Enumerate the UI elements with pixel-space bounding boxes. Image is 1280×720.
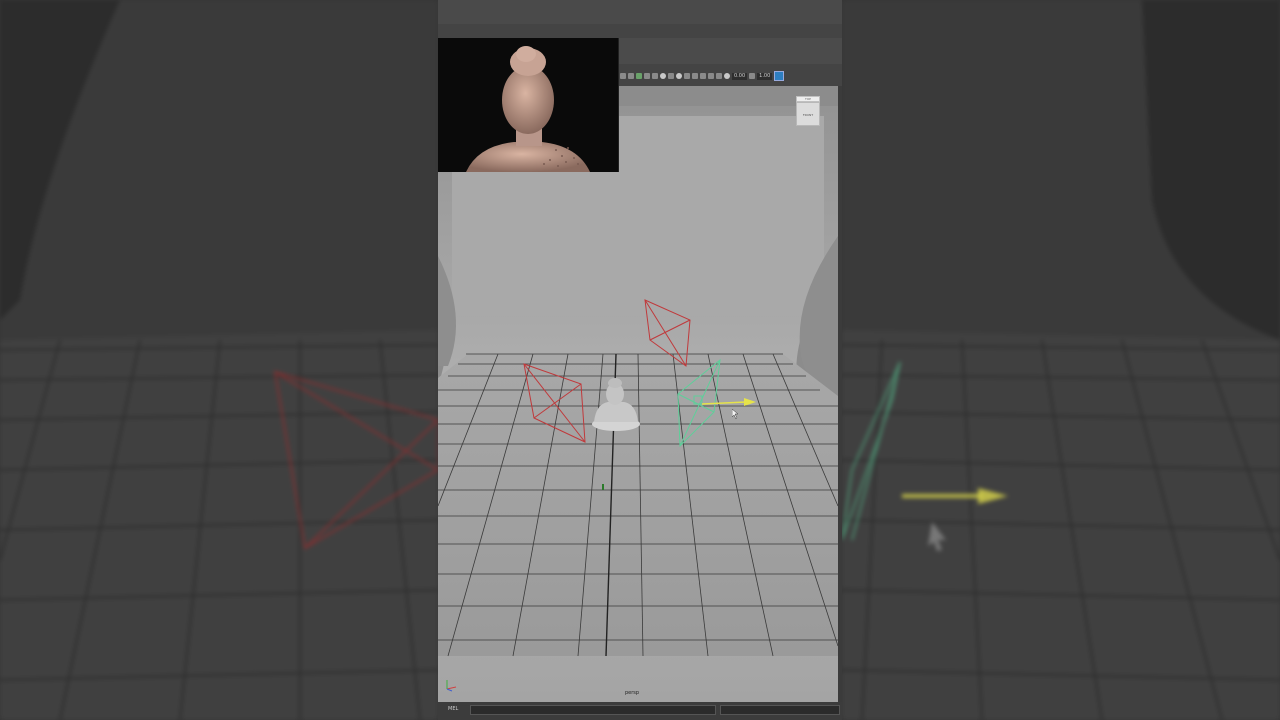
camera-attributes-icon[interactable] xyxy=(628,73,634,79)
viewport-toolbar: 0.00 1.00 xyxy=(618,66,842,86)
backface-icon[interactable] xyxy=(716,73,722,79)
bookmark-icon[interactable] xyxy=(636,73,642,79)
mouse-cursor-icon xyxy=(732,409,739,419)
title-bar xyxy=(438,0,842,25)
gamma-icon[interactable] xyxy=(749,73,756,79)
command-input[interactable] xyxy=(470,705,716,715)
mel-language-toggle[interactable]: MEL xyxy=(448,706,458,712)
viewport-right-border xyxy=(838,86,842,702)
image-plane-icon[interactable] xyxy=(644,73,650,79)
gamma-field[interactable]: 1.00 xyxy=(757,72,773,80)
menu-bar xyxy=(438,24,842,38)
exposure-icon[interactable] xyxy=(724,73,730,79)
shadows-icon[interactable] xyxy=(684,73,690,79)
select-camera-icon[interactable] xyxy=(620,73,626,79)
xray-joints-icon[interactable] xyxy=(708,73,714,79)
exposure-field[interactable]: 0.00 xyxy=(732,72,748,80)
viewport-scene xyxy=(438,86,838,702)
command-result-field xyxy=(720,705,840,715)
bust-render-image xyxy=(438,38,618,172)
background-blur-left xyxy=(0,0,438,720)
reference-video-inset xyxy=(438,38,619,172)
background-blur-right xyxy=(842,0,1280,720)
panel-menu-strip xyxy=(618,38,842,64)
smooth-shade-icon[interactable] xyxy=(668,73,674,79)
axis-gizmo xyxy=(446,680,457,692)
background-blur-left-graphic xyxy=(0,0,438,720)
viewcube[interactable]: TOP FRONT xyxy=(796,96,820,126)
grid-icon[interactable] xyxy=(652,73,658,79)
origin-marker xyxy=(602,484,604,490)
wireframe-icon[interactable] xyxy=(660,73,666,79)
camera-name-label: persp xyxy=(625,690,640,696)
viewcube-front-face[interactable]: FRONT xyxy=(796,102,820,126)
xray-icon[interactable] xyxy=(700,73,706,79)
lighting-icon[interactable] xyxy=(676,73,682,79)
color-management-icon[interactable] xyxy=(774,71,785,81)
perspective-viewport[interactable] xyxy=(438,86,838,702)
maya-window: 0.00 1.00 TOP FRONT persp MEL xyxy=(438,0,842,720)
background-blur-right-graphic xyxy=(842,0,1280,720)
isolate-icon[interactable] xyxy=(692,73,698,79)
